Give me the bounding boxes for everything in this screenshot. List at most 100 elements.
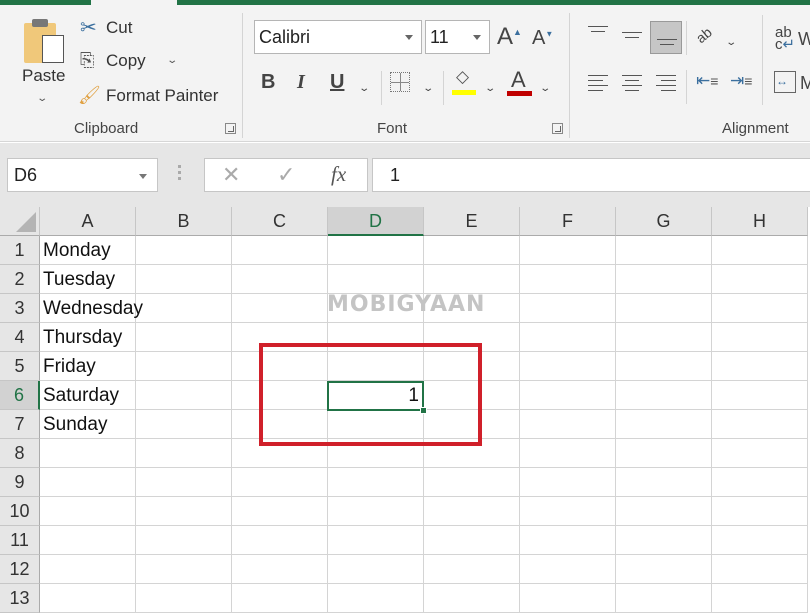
formula-bar-resize-handle[interactable] bbox=[178, 165, 182, 183]
merge-center-label[interactable]: M bbox=[800, 73, 810, 94]
cell-c10[interactable] bbox=[232, 497, 328, 526]
cell-g5[interactable] bbox=[616, 352, 712, 381]
borders-button[interactable] bbox=[390, 72, 410, 92]
cell-e6[interactable] bbox=[424, 381, 520, 410]
cell-b5[interactable] bbox=[136, 352, 232, 381]
cell-c5[interactable] bbox=[232, 352, 328, 381]
cell-e2[interactable] bbox=[424, 265, 520, 294]
column-header-a[interactable]: A bbox=[40, 207, 136, 236]
cell-a11[interactable] bbox=[40, 526, 136, 555]
cell-f4[interactable] bbox=[520, 323, 616, 352]
cell-b11[interactable] bbox=[136, 526, 232, 555]
cell-g10[interactable] bbox=[616, 497, 712, 526]
cell-c4[interactable] bbox=[232, 323, 328, 352]
cell-h3[interactable] bbox=[712, 294, 808, 323]
cell-f13[interactable] bbox=[520, 584, 616, 613]
cell-c2[interactable] bbox=[232, 265, 328, 294]
cell-a5[interactable]: Friday bbox=[40, 352, 136, 381]
row-header-13[interactable]: 13 bbox=[0, 584, 40, 613]
cell-d10[interactable] bbox=[328, 497, 424, 526]
cell-a3[interactable]: Wednesday bbox=[40, 294, 143, 323]
cell-h7[interactable] bbox=[712, 410, 808, 439]
cell-f12[interactable] bbox=[520, 555, 616, 584]
fill-handle[interactable] bbox=[420, 407, 427, 414]
cell-e13[interactable] bbox=[424, 584, 520, 613]
cell-c9[interactable] bbox=[232, 468, 328, 497]
paste-button[interactable]: Paste ⌄ bbox=[18, 13, 70, 113]
cell-e10[interactable] bbox=[424, 497, 520, 526]
cell-g4[interactable] bbox=[616, 323, 712, 352]
cell-f5[interactable] bbox=[520, 352, 616, 381]
cell-a8[interactable] bbox=[40, 439, 136, 468]
cell-h13[interactable] bbox=[712, 584, 808, 613]
cell-a7[interactable]: Sunday bbox=[40, 410, 136, 439]
cell-a1[interactable]: Monday bbox=[40, 236, 136, 265]
cell-g2[interactable] bbox=[616, 265, 712, 294]
cell-d4[interactable] bbox=[328, 323, 424, 352]
cell-h5[interactable] bbox=[712, 352, 808, 381]
cell-b3[interactable] bbox=[136, 294, 232, 323]
cell-h4[interactable] bbox=[712, 323, 808, 352]
cell-f9[interactable] bbox=[520, 468, 616, 497]
cell-d2[interactable] bbox=[328, 265, 424, 294]
cell-h8[interactable] bbox=[712, 439, 808, 468]
cell-e8[interactable] bbox=[424, 439, 520, 468]
cell-h12[interactable] bbox=[712, 555, 808, 584]
column-header-f[interactable]: F bbox=[520, 207, 616, 236]
wrap-text-button[interactable]: ab c↵ bbox=[775, 25, 795, 52]
cell-e5[interactable] bbox=[424, 352, 520, 381]
fill-color-dropdown-icon[interactable]: ⌄ bbox=[484, 83, 496, 94]
column-header-g[interactable]: G bbox=[616, 207, 712, 236]
cell-h11[interactable] bbox=[712, 526, 808, 555]
cell-b4[interactable] bbox=[136, 323, 232, 352]
row-header-6[interactable]: 6 bbox=[0, 381, 40, 410]
cell-e7[interactable] bbox=[424, 410, 520, 439]
cell-g1[interactable] bbox=[616, 236, 712, 265]
cell-c13[interactable] bbox=[232, 584, 328, 613]
orientation-dropdown-icon[interactable]: ⌄ bbox=[725, 37, 737, 48]
cell-a6[interactable]: Saturday bbox=[40, 381, 136, 410]
cell-h2[interactable] bbox=[712, 265, 808, 294]
cell-e12[interactable] bbox=[424, 555, 520, 584]
column-header-c[interactable]: C bbox=[232, 207, 328, 236]
cell-c6[interactable] bbox=[232, 381, 328, 410]
fill-color-button[interactable]: ◇ bbox=[452, 67, 478, 97]
align-left-button[interactable] bbox=[588, 75, 608, 95]
cell-d13[interactable] bbox=[328, 584, 424, 613]
cell-c8[interactable] bbox=[232, 439, 328, 468]
decrease-font-size-button[interactable]: A▼ bbox=[532, 27, 553, 50]
cell-a4[interactable]: Thursday bbox=[40, 323, 136, 352]
cell-a12[interactable] bbox=[40, 555, 136, 584]
cell-b10[interactable] bbox=[136, 497, 232, 526]
cell-c3[interactable] bbox=[232, 294, 328, 323]
cell-g12[interactable] bbox=[616, 555, 712, 584]
font-size-select[interactable]: 11 bbox=[425, 20, 490, 54]
cell-g11[interactable] bbox=[616, 526, 712, 555]
decrease-indent-button[interactable]: ⇤≡ bbox=[696, 71, 718, 91]
orientation-button[interactable]: ab bbox=[693, 24, 715, 46]
cell-b7[interactable] bbox=[136, 410, 232, 439]
font-dialog-launcher-icon[interactable] bbox=[552, 123, 563, 134]
cell-a2[interactable]: Tuesday bbox=[40, 265, 136, 294]
bottom-align-button[interactable] bbox=[650, 21, 682, 54]
cell-d5[interactable] bbox=[328, 352, 424, 381]
cell-a13[interactable] bbox=[40, 584, 136, 613]
align-right-button[interactable] bbox=[656, 75, 676, 95]
column-header-b[interactable]: B bbox=[136, 207, 232, 236]
italic-button[interactable]: I bbox=[297, 71, 305, 94]
cell-b1[interactable] bbox=[136, 236, 232, 265]
cell-b9[interactable] bbox=[136, 468, 232, 497]
font-color-button[interactable]: A bbox=[507, 67, 533, 97]
name-box-dropdown-icon[interactable] bbox=[139, 174, 147, 179]
middle-align-button[interactable] bbox=[622, 32, 642, 42]
cell-b13[interactable] bbox=[136, 584, 232, 613]
cell-h9[interactable] bbox=[712, 468, 808, 497]
column-header-d[interactable]: D bbox=[328, 207, 424, 236]
cell-f7[interactable] bbox=[520, 410, 616, 439]
row-header-2[interactable]: 2 bbox=[0, 265, 40, 294]
row-header-7[interactable]: 7 bbox=[0, 410, 40, 439]
cell-b6[interactable] bbox=[136, 381, 232, 410]
cell-e3[interactable] bbox=[424, 294, 520, 323]
cell-g7[interactable] bbox=[616, 410, 712, 439]
cell-d12[interactable] bbox=[328, 555, 424, 584]
